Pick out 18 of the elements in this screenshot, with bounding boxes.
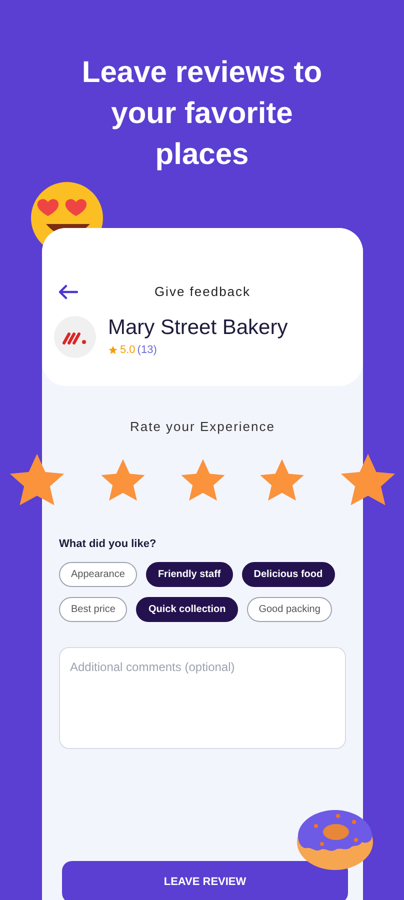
headline: Leave reviews to your favorite places <box>80 55 324 173</box>
option-chip[interactable]: Good packing <box>246 597 332 622</box>
star-icon <box>108 344 118 355</box>
option-chip[interactable]: Quick collection <box>136 597 238 622</box>
screen-title: Give feedback <box>154 283 251 301</box>
comments-field[interactable]: Additional comments (optional) <box>59 647 346 749</box>
option-chip[interactable]: Delicious food <box>242 562 335 587</box>
rating-value: 5.0 <box>120 342 136 358</box>
place-name: Mary Street Bakery <box>108 316 288 340</box>
leave-review-button[interactable]: LEAVE REVIEW <box>62 861 348 900</box>
option-chip[interactable]: Best price <box>59 597 128 622</box>
back-icon[interactable] <box>58 284 78 300</box>
review-count: (13) <box>137 342 157 358</box>
option-chip[interactable]: Friendly staff <box>146 562 233 587</box>
option-chip[interactable]: Appearance <box>59 562 137 587</box>
question-label: What did you like? <box>59 536 158 552</box>
logo-icon <box>54 316 96 358</box>
rating-prompt: Rate your Experience <box>128 418 276 436</box>
